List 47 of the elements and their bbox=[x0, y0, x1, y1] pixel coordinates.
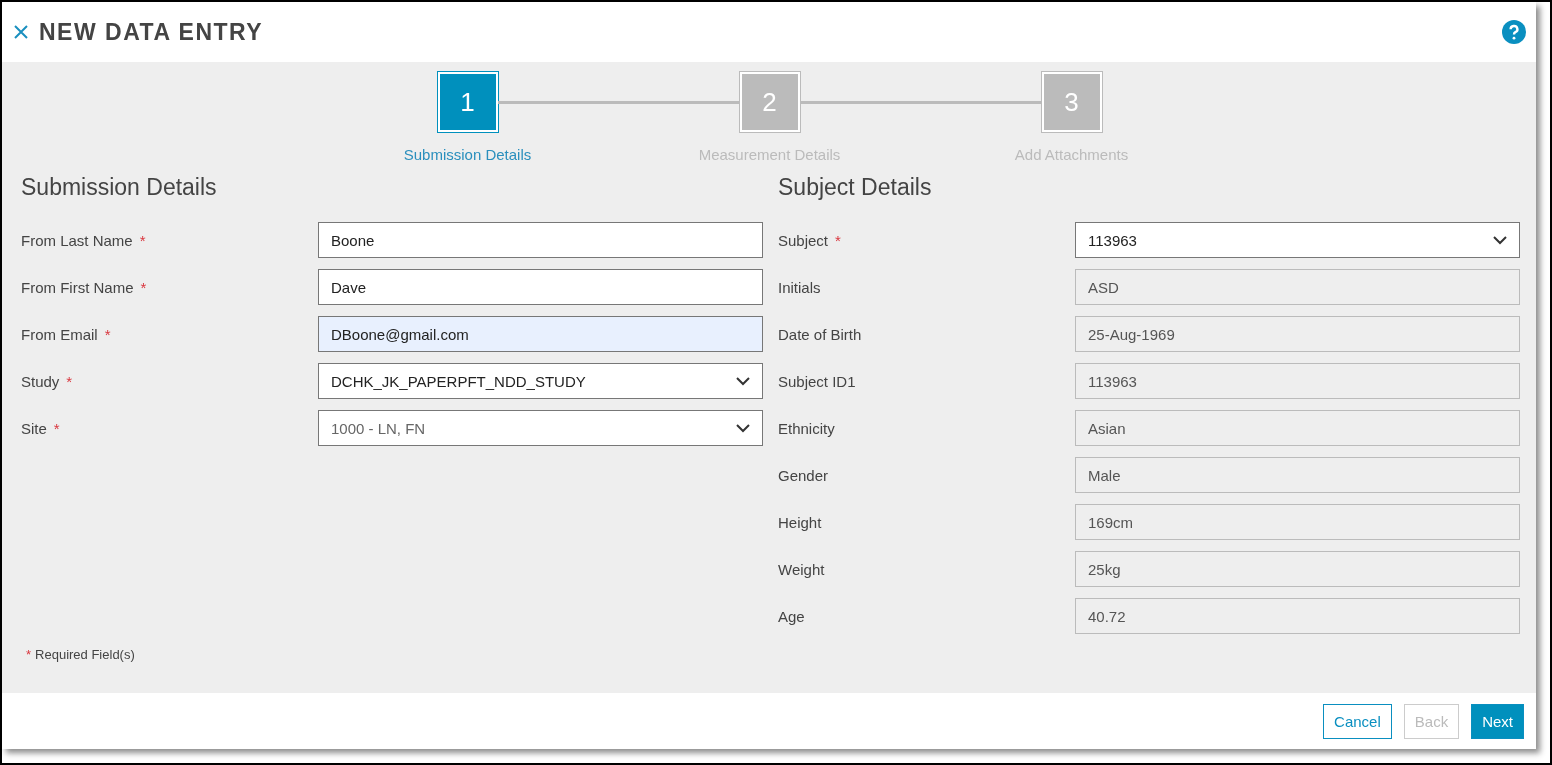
dropdown-field[interactable]: DCHK_JK_PAPERPFT_NDD_STUDY bbox=[318, 363, 763, 399]
field-label: Date of Birth bbox=[778, 325, 862, 343]
step-label: Submission Details bbox=[403, 146, 532, 163]
chevron-down-icon bbox=[1493, 235, 1507, 245]
dialog-button[interactable]: Next bbox=[1471, 703, 1524, 739]
field-label: Weight bbox=[778, 560, 825, 578]
field-label: Ethnicity bbox=[778, 419, 835, 437]
field-label: Height bbox=[778, 513, 822, 531]
readonly-field[interactable]: 25kg bbox=[1075, 551, 1520, 587]
section-heading: Submission Details bbox=[21, 174, 218, 202]
required-mark: * bbox=[140, 278, 147, 296]
field-label: Site bbox=[21, 419, 47, 437]
field-label: Age bbox=[778, 607, 805, 625]
input-field[interactable]: Dave bbox=[318, 269, 763, 305]
readonly-field[interactable]: 169cm bbox=[1075, 504, 1520, 540]
chevron-down-icon bbox=[736, 376, 750, 386]
readonly-field[interactable]: ASD bbox=[1075, 269, 1520, 305]
field-label: Subject bbox=[778, 231, 829, 249]
step-number[interactable]: 1 bbox=[437, 72, 498, 132]
field-label: From First Name bbox=[21, 278, 134, 296]
required-mark: * bbox=[139, 231, 146, 249]
required-mark: * bbox=[53, 419, 60, 437]
close-icon[interactable] bbox=[13, 24, 29, 40]
input-field[interactable]: Boone bbox=[318, 222, 763, 258]
required-mark: * bbox=[26, 647, 32, 662]
readonly-field[interactable]: 25-Aug-1969 bbox=[1075, 316, 1520, 352]
required-mark: * bbox=[835, 231, 841, 249]
section-heading: Subject Details bbox=[778, 174, 933, 202]
readonly-field[interactable]: 40.72 bbox=[1075, 598, 1520, 634]
field-label: Subject ID1 bbox=[778, 372, 856, 390]
readonly-field[interactable]: Male bbox=[1075, 457, 1520, 493]
dialog-title: NEW DATA ENTRY bbox=[39, 18, 265, 46]
readonly-field[interactable]: 113963 bbox=[1075, 363, 1520, 399]
input-field[interactable]: DBoone@gmail.com bbox=[318, 316, 763, 352]
help-icon[interactable] bbox=[1502, 20, 1526, 44]
required-note: Required Field(s) bbox=[35, 647, 135, 662]
field-label: Study bbox=[21, 372, 60, 390]
dialog-button[interactable]: Cancel bbox=[1323, 703, 1392, 739]
field-label: From Last Name bbox=[21, 231, 133, 249]
field-label: Gender bbox=[778, 466, 829, 484]
chevron-down-icon bbox=[736, 423, 750, 433]
dropdown-field[interactable]: 113963 bbox=[1075, 222, 1520, 258]
readonly-field[interactable]: Asian bbox=[1075, 410, 1520, 446]
required-mark: * bbox=[66, 372, 73, 390]
required-mark: * bbox=[104, 325, 111, 343]
field-label: Initials bbox=[778, 278, 821, 296]
field-label: From Email bbox=[21, 325, 98, 343]
